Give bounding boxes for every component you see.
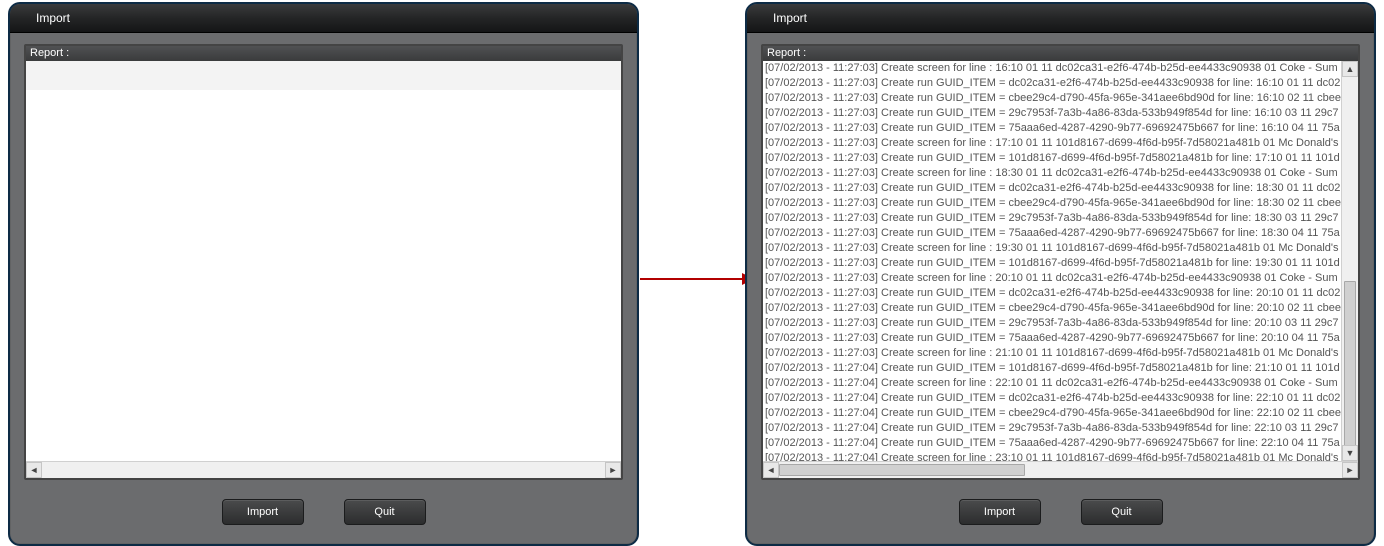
empty-line bbox=[26, 89, 621, 90]
report-body-empty bbox=[26, 61, 621, 461]
quit-button[interactable]: Quit bbox=[1081, 499, 1163, 525]
log-line: [07/02/2013 - 11:27:03] Create screen fo… bbox=[765, 61, 1340, 76]
log-line: [07/02/2013 - 11:27:04] Create run GUID_… bbox=[765, 406, 1340, 421]
import-window-before: Import Report : ◄ ► Import Quit bbox=[8, 2, 639, 546]
vscrollbar[interactable]: ▲ ▼ bbox=[1341, 61, 1358, 461]
log-line: [07/02/2013 - 11:27:04] Create screen fo… bbox=[765, 451, 1340, 461]
button-bar: Import Quit bbox=[10, 480, 637, 544]
log-line: [07/02/2013 - 11:27:03] Create run GUID_… bbox=[765, 106, 1340, 121]
import-window-after: Import Report : [07/02/2013 - 11:27:03] … bbox=[745, 2, 1376, 546]
log-line: [07/02/2013 - 11:27:03] Create run GUID_… bbox=[765, 301, 1340, 316]
hscrollbar[interactable]: ◄ ► bbox=[26, 461, 621, 478]
log-line: [07/02/2013 - 11:27:04] Create run GUID_… bbox=[765, 436, 1340, 451]
report-panel: Report : ◄ ► bbox=[24, 44, 623, 480]
window-title: Import bbox=[773, 11, 807, 25]
log-line: [07/02/2013 - 11:27:03] Create run GUID_… bbox=[765, 286, 1340, 301]
import-button[interactable]: Import bbox=[222, 499, 304, 525]
hscroll-track[interactable] bbox=[779, 462, 1342, 478]
log-line: [07/02/2013 - 11:27:03] Create run GUID_… bbox=[765, 181, 1340, 196]
scroll-left-icon[interactable]: ◄ bbox=[26, 462, 42, 478]
log-line: [07/02/2013 - 11:27:03] Create run GUID_… bbox=[765, 91, 1340, 106]
log-line: [07/02/2013 - 11:27:03] Create run GUID_… bbox=[765, 331, 1340, 346]
hscroll-track[interactable] bbox=[42, 462, 605, 478]
report-panel: Report : [07/02/2013 - 11:27:03] Create … bbox=[761, 44, 1360, 480]
scroll-right-icon[interactable]: ► bbox=[1342, 462, 1358, 478]
scroll-up-icon[interactable]: ▲ bbox=[1342, 61, 1358, 77]
hscroll-thumb[interactable] bbox=[779, 464, 1025, 476]
report-header: Report : bbox=[763, 46, 1358, 61]
log-line: [07/02/2013 - 11:27:04] Create run GUID_… bbox=[765, 421, 1340, 436]
log-line: [07/02/2013 - 11:27:03] Create screen fo… bbox=[765, 241, 1340, 256]
log-line: [07/02/2013 - 11:27:03] Create run GUID_… bbox=[765, 316, 1340, 331]
log-line: [07/02/2013 - 11:27:04] Create screen fo… bbox=[765, 376, 1340, 391]
titlebar[interactable]: Import bbox=[747, 4, 1374, 33]
scroll-down-icon[interactable]: ▼ bbox=[1342, 445, 1358, 461]
button-bar: Import Quit bbox=[747, 480, 1374, 544]
log-line: [07/02/2013 - 11:27:03] Create screen fo… bbox=[765, 166, 1340, 181]
scroll-left-icon[interactable]: ◄ bbox=[763, 462, 779, 478]
log-line: [07/02/2013 - 11:27:03] Create run GUID_… bbox=[765, 151, 1340, 166]
log-line: [07/02/2013 - 11:27:03] Create run GUID_… bbox=[765, 226, 1340, 241]
log-line: [07/02/2013 - 11:27:03] Create run GUID_… bbox=[765, 76, 1340, 91]
titlebar[interactable]: Import bbox=[10, 4, 637, 33]
log-line: [07/02/2013 - 11:27:03] Create screen fo… bbox=[765, 136, 1340, 151]
log-line: [07/02/2013 - 11:27:04] Create run GUID_… bbox=[765, 361, 1340, 376]
log-line: [07/02/2013 - 11:27:04] Create run GUID_… bbox=[765, 391, 1340, 406]
window-title: Import bbox=[36, 11, 70, 25]
vscroll-thumb[interactable] bbox=[1344, 281, 1356, 461]
quit-button[interactable]: Quit bbox=[344, 499, 426, 525]
transition-arrow-icon bbox=[640, 278, 744, 280]
hscrollbar[interactable]: ◄ ► bbox=[763, 461, 1358, 478]
log-line: [07/02/2013 - 11:27:03] Create screen fo… bbox=[765, 271, 1340, 286]
log-line: [07/02/2013 - 11:27:03] Create run GUID_… bbox=[765, 196, 1340, 211]
log-line: [07/02/2013 - 11:27:03] Create run GUID_… bbox=[765, 256, 1340, 271]
scroll-right-icon[interactable]: ► bbox=[605, 462, 621, 478]
log-line: [07/02/2013 - 11:27:03] Create run GUID_… bbox=[765, 121, 1340, 136]
report-body[interactable]: [07/02/2013 - 11:27:03] Create screen fo… bbox=[763, 61, 1358, 461]
log-line: [07/02/2013 - 11:27:03] Create run GUID_… bbox=[765, 211, 1340, 226]
report-header: Report : bbox=[26, 46, 621, 61]
import-button[interactable]: Import bbox=[959, 499, 1041, 525]
log-line: [07/02/2013 - 11:27:03] Create screen fo… bbox=[765, 346, 1340, 361]
